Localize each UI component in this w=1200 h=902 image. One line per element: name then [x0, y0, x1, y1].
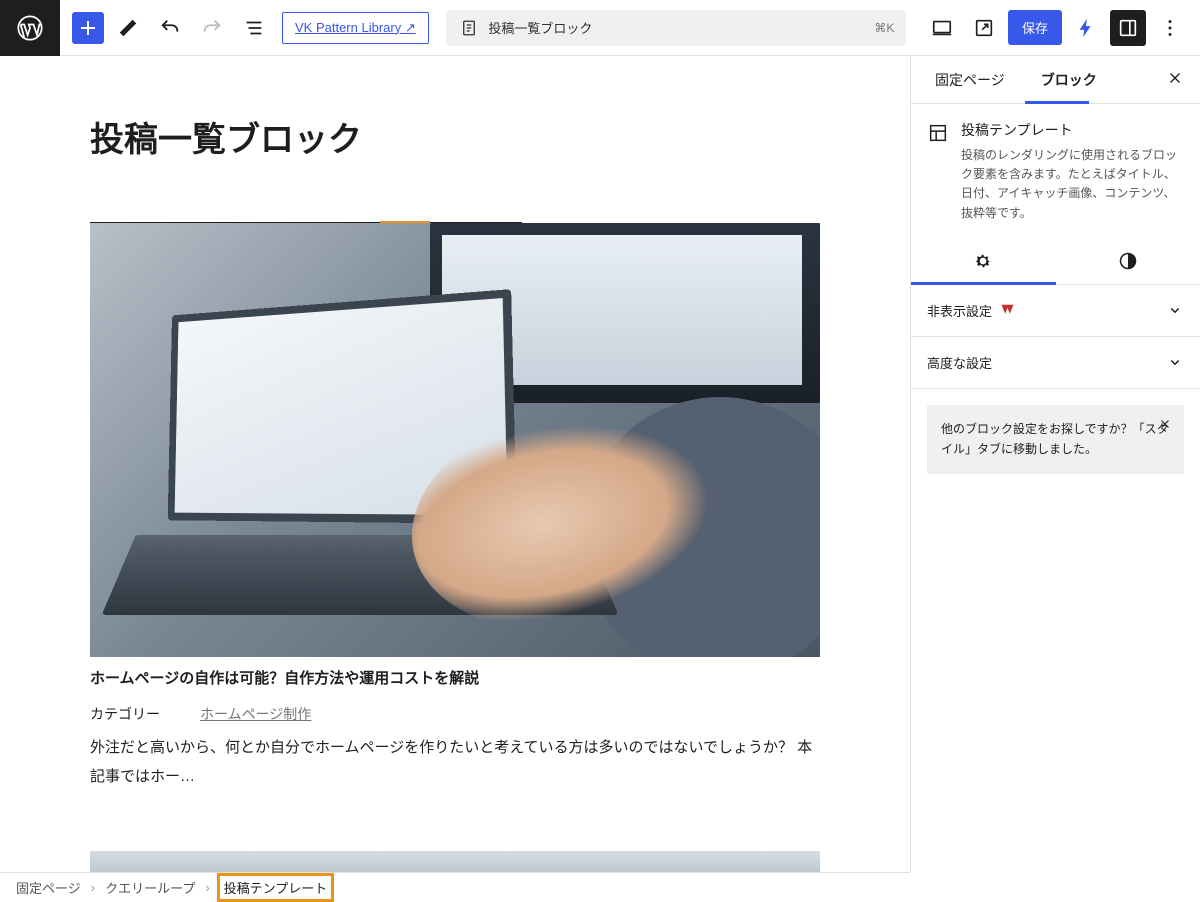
tab-block[interactable]: ブロック	[1033, 56, 1105, 104]
kbd-shortcut: ⌘K	[874, 21, 894, 35]
page-title[interactable]: 投稿一覧ブロック	[90, 112, 910, 161]
chevron-down-icon	[1166, 353, 1184, 371]
vk-pattern-library-link[interactable]: VK Pattern Library ↗	[282, 12, 429, 44]
post-title[interactable]: ホームページの自作は可能？自作方法や運用コストを解説	[90, 667, 820, 688]
close-icon	[1158, 417, 1172, 431]
post-template[interactable]: ホームページの自作は可能？自作方法や運用コストを解説 カテゴリー ホームページ制…	[90, 223, 820, 872]
chevron-right-icon: ›	[205, 880, 209, 895]
topbar-left: VK Pattern Library ↗	[60, 10, 441, 46]
external-preview-button[interactable]	[966, 10, 1002, 46]
block-info: 投稿テンプレート 投稿のレンダリングに使用されるブロック要素を含みます。たとえば…	[911, 104, 1200, 239]
subtab-styles[interactable]	[1056, 239, 1200, 284]
topbar-center: 投稿一覧ブロック ⌘K	[441, 10, 912, 46]
editor-topbar: VK Pattern Library ↗ 投稿一覧ブロック ⌘K 保存	[0, 0, 1200, 56]
topbar-right: 保存	[912, 10, 1200, 46]
add-block-button[interactable]	[72, 12, 104, 44]
category-label: カテゴリー	[90, 704, 160, 724]
post-excerpt[interactable]: 外注だと高いから、何とか自分でホームページを作りたいと考えている方は多いのではな…	[90, 734, 820, 791]
post-meta: カテゴリー ホームページ制作	[90, 704, 820, 724]
post-template-icon	[927, 122, 949, 144]
gear-icon	[973, 251, 993, 271]
breadcrumb-post-template[interactable]: 投稿テンプレート	[220, 876, 332, 899]
device-preview-button[interactable]	[924, 10, 960, 46]
vk-icon	[1000, 303, 1018, 317]
block-breadcrumb: 固定ページ › クエリーループ › 投稿テンプレート	[0, 872, 910, 902]
chevron-right-icon: ›	[91, 880, 95, 895]
category-link[interactable]: ホームページ制作	[200, 704, 311, 724]
editor-canvas[interactable]: 投稿一覧ブロック	[0, 56, 910, 872]
dismiss-notice-button[interactable]	[1158, 417, 1172, 437]
sidebar-tabs: 固定ページ ブロック	[911, 56, 1200, 104]
block-description: 投稿のレンダリングに使用されるブロック要素を含みます。たとえばタイトル、日付、ア…	[961, 146, 1184, 223]
sidebar-subtabs	[911, 239, 1200, 285]
list-view-button[interactable]	[236, 10, 272, 46]
page-icon	[460, 19, 478, 37]
edit-icon[interactable]	[110, 10, 146, 46]
close-icon	[1166, 69, 1184, 87]
panel-hidden-label: 非表示設定	[927, 301, 992, 320]
breadcrumb-page[interactable]: 固定ページ	[16, 878, 81, 897]
featured-image[interactable]	[90, 223, 820, 657]
settings-sidebar: 固定ページ ブロック 投稿テンプレート 投稿のレンダリングに使用されるブロック要…	[910, 56, 1200, 872]
panel-advanced-label: 高度な設定	[927, 353, 992, 372]
wp-logo[interactable]	[0, 0, 60, 56]
save-button[interactable]: 保存	[1008, 10, 1062, 45]
settings-sidebar-toggle[interactable]	[1110, 10, 1146, 46]
undo-button[interactable]	[152, 10, 188, 46]
chevron-down-icon	[1166, 301, 1184, 319]
close-sidebar-button[interactable]	[1166, 69, 1184, 90]
redo-button[interactable]	[194, 10, 230, 46]
tab-page[interactable]: 固定ページ	[927, 56, 1013, 104]
panel-advanced-settings[interactable]: 高度な設定	[911, 337, 1200, 389]
main-area: 投稿一覧ブロック	[0, 56, 1200, 872]
jetpack-icon[interactable]	[1068, 10, 1104, 46]
document-title-bar[interactable]: 投稿一覧ブロック ⌘K	[446, 10, 906, 46]
subtab-settings[interactable]	[911, 239, 1056, 284]
notice-text: 他のブロック設定をお探しですか？「スタイル」タブに移動しました。	[941, 422, 1169, 456]
contrast-icon	[1118, 251, 1138, 271]
styles-notice: 他のブロック設定をお探しですか？「スタイル」タブに移動しました。	[927, 405, 1184, 474]
panel-hidden-settings[interactable]: 非表示設定	[911, 285, 1200, 337]
document-title-text: 投稿一覧ブロック	[488, 18, 592, 37]
featured-image-2[interactable]	[90, 851, 820, 872]
block-name: 投稿テンプレート	[961, 120, 1184, 140]
breadcrumb-query-loop[interactable]: クエリーループ	[105, 878, 195, 897]
more-menu-button[interactable]	[1152, 10, 1188, 46]
